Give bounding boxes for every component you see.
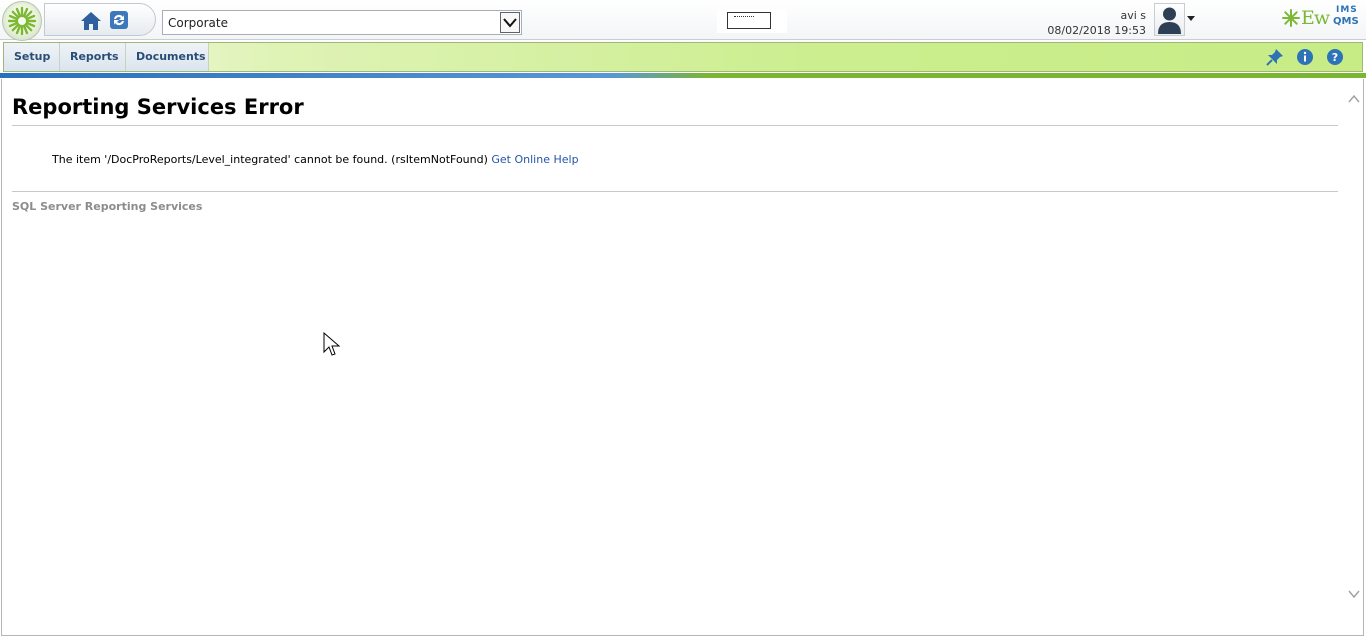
user-silhouette-icon: [1158, 7, 1181, 34]
scroll-up-icon[interactable]: [1348, 94, 1360, 104]
current-datetime: 08/02/2018 19:53: [1047, 24, 1146, 37]
tab-setup[interactable]: Setup: [4, 43, 60, 71]
quick-access-bar: [44, 3, 156, 36]
brand-logo: Ew IMS QMS: [1282, 4, 1362, 32]
svg-text:?: ?: [1332, 51, 1338, 64]
brand-main: Ew: [1301, 7, 1330, 29]
refresh-icon[interactable]: [109, 10, 129, 30]
error-message-text: The item '/DocProReports/Level_integrate…: [52, 153, 488, 166]
info-icon[interactable]: [1296, 48, 1314, 66]
scroll-down-icon[interactable]: [1348, 589, 1360, 599]
brand-sunburst-icon: [1282, 9, 1300, 27]
site-select[interactable]: Corporate: [162, 10, 522, 35]
avatar[interactable]: [1154, 3, 1185, 36]
divider: [12, 125, 1338, 126]
sunburst-icon: [7, 6, 37, 36]
app-logo[interactable]: [2, 1, 42, 41]
pin-icon[interactable]: [1266, 48, 1284, 66]
tab-reports[interactable]: Reports: [60, 43, 126, 71]
header-stripe: [0, 73, 1366, 78]
divider: [12, 191, 1338, 192]
report-frame: Reporting Services Error The item '/DocP…: [1, 79, 1364, 636]
main-nav: Setup Reports Documents ?: [3, 42, 1363, 72]
mouse-cursor-icon: [323, 332, 341, 356]
brand-subscript: QMS: [1333, 16, 1359, 27]
page-title: Reporting Services Error: [12, 95, 304, 119]
user-menu-caret-icon[interactable]: [1187, 16, 1195, 21]
company-logo: [717, 9, 787, 33]
top-header: Corporate avi s 08/02/2018 19:53 Ew IMS …: [0, 0, 1366, 41]
tab-documents[interactable]: Documents: [126, 43, 209, 71]
home-icon[interactable]: [80, 10, 102, 32]
chevron-down-icon[interactable]: [500, 12, 520, 33]
product-footer: SQL Server Reporting Services: [12, 200, 203, 213]
help-icon[interactable]: ?: [1326, 48, 1344, 66]
online-help-link[interactable]: Get Online Help: [491, 153, 578, 166]
site-select-value: Corporate: [168, 16, 228, 30]
brand-superscript: IMS: [1336, 5, 1358, 15]
user-name: avi s: [1120, 9, 1146, 22]
error-message: The item '/DocProReports/Level_integrate…: [52, 153, 579, 166]
